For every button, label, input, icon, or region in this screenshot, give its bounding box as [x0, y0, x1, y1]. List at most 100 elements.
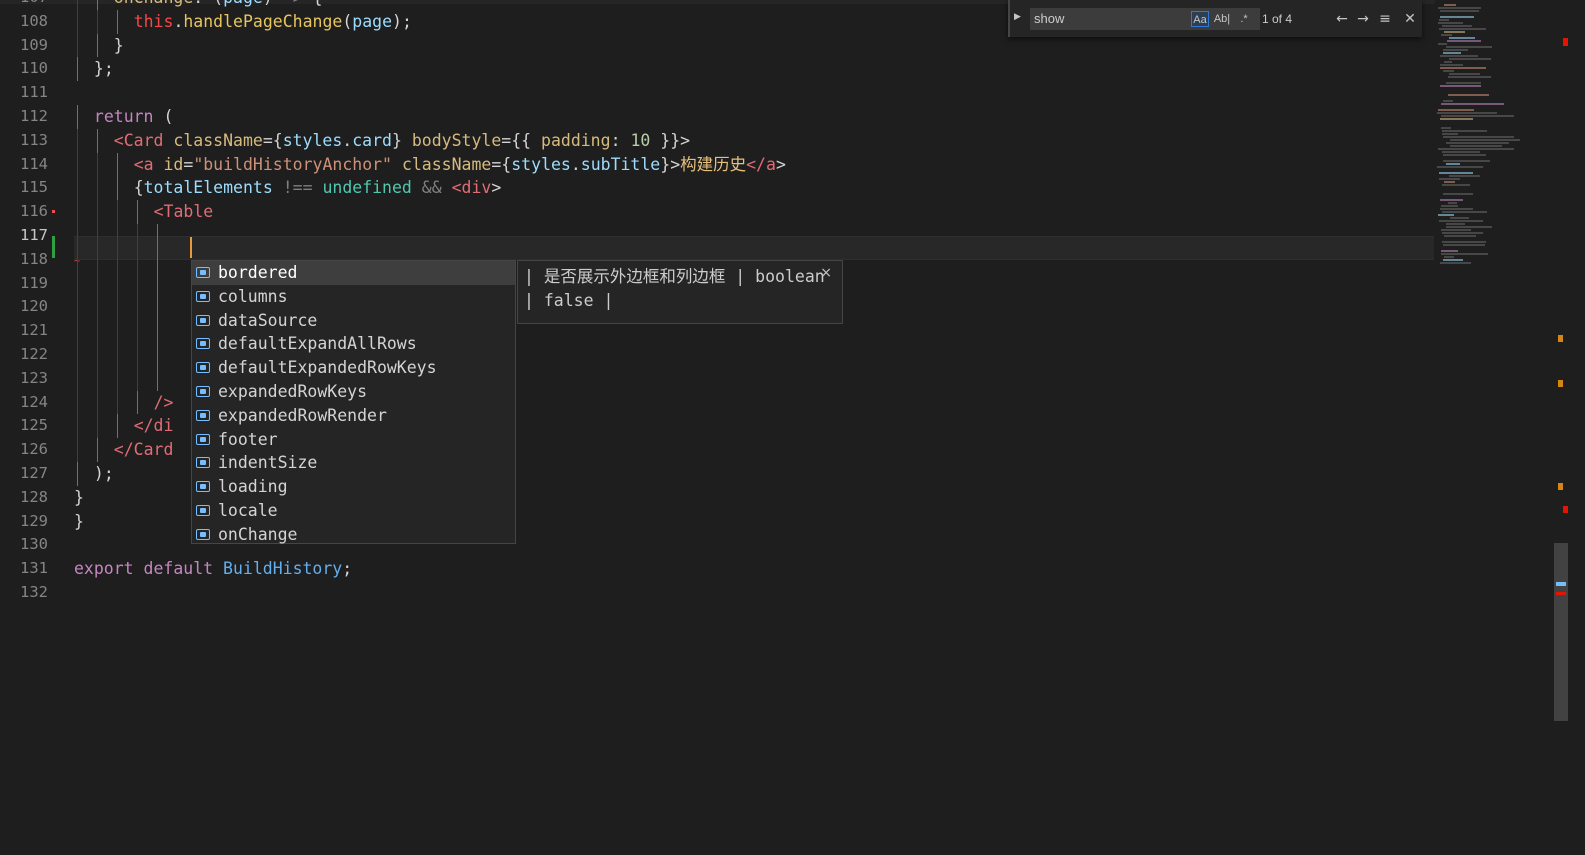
- minimap-line: [1450, 217, 1469, 219]
- indent-guide: [76, 438, 78, 462]
- code-line[interactable]: export default BuildHistory;: [74, 557, 1435, 581]
- arrow-down-icon[interactable]: →: [1353, 9, 1373, 29]
- minimap-line: [1443, 244, 1485, 246]
- minimap-line: [1443, 49, 1468, 51]
- code-line[interactable]: <a id="buildHistoryAnchor" className={st…: [74, 152, 1435, 177]
- suggest-item-label: defaultExpandAllRows: [218, 334, 417, 354]
- code-line[interactable]: [74, 81, 1435, 105]
- minimap-line: [1440, 10, 1479, 12]
- indent-guide: [116, 223, 118, 248]
- code-line[interactable]: [74, 223, 1435, 248]
- indent-guide: [96, 342, 98, 367]
- minimap-line: [1438, 7, 1481, 9]
- indent-guide: [76, 176, 78, 201]
- suggest-item-label: expandedRowRender: [218, 405, 387, 425]
- code-text: export default BuildHistory;: [74, 559, 353, 579]
- line-number: 130: [20, 535, 48, 554]
- minimap-line: [1444, 235, 1476, 237]
- suggest-item[interactable]: footer: [192, 428, 515, 452]
- code-line[interactable]: };: [74, 57, 1435, 82]
- close-icon[interactable]: ✕: [1400, 9, 1420, 29]
- minimap[interactable]: [1435, 0, 1553, 270]
- line-number: 121: [20, 321, 48, 340]
- minimap-line: [1443, 154, 1486, 156]
- scrollbar-thumb[interactable]: [1554, 543, 1568, 721]
- code-text: <a id="buildHistoryAnchor" className={st…: [133, 154, 786, 174]
- suggest-item[interactable]: onChange: [192, 523, 515, 547]
- minimap-line: [1450, 145, 1502, 147]
- minimap-line: [1443, 70, 1454, 72]
- minimap-line: [1442, 211, 1487, 213]
- minimap-line: [1448, 94, 1489, 96]
- line-number: 125: [20, 416, 48, 435]
- suggest-item[interactable]: loading: [192, 475, 515, 499]
- indent-guide: [136, 319, 138, 343]
- indent-guide: [76, 319, 78, 343]
- find-in-selection-icon[interactable]: ≡: [1375, 9, 1395, 29]
- property-icon: [196, 433, 210, 445]
- minimap-line: [1444, 31, 1465, 33]
- vertical-scrollbar[interactable]: [1553, 0, 1568, 855]
- indent-guide: [96, 0, 98, 10]
- line-number: 124: [20, 392, 48, 411]
- toggle-replace-icon[interactable]: ▶: [1014, 12, 1021, 22]
- suggest-item[interactable]: columns: [192, 285, 515, 309]
- code-line[interactable]: {totalElements !== undefined && <div>: [74, 176, 1435, 201]
- suggest-item[interactable]: indentSize: [192, 451, 515, 475]
- suggest-item[interactable]: expandedRowKeys: [192, 380, 515, 404]
- text-cursor: [190, 237, 192, 258]
- line-number: 118: [20, 249, 48, 268]
- minimap-line: [1439, 19, 1449, 21]
- indent-guide: [116, 200, 118, 224]
- code-line[interactable]: return (: [74, 104, 1435, 129]
- minimap-line: [1441, 205, 1458, 207]
- code-line[interactable]: <Card className={styles.card} bodyStyle=…: [74, 128, 1435, 153]
- indent-guide: [116, 319, 118, 343]
- code-text: this.handlePageChange(page);: [133, 11, 412, 31]
- minimap-line: [1443, 100, 1453, 102]
- indent-guide: [76, 33, 78, 58]
- minimap-line: [1439, 172, 1473, 174]
- property-icon: [196, 528, 210, 540]
- indent-guide: [96, 200, 98, 224]
- suggest-item[interactable]: bordered: [192, 261, 515, 285]
- suggest-item-label: onChange: [218, 524, 298, 544]
- overview-find-marker: [1558, 335, 1563, 342]
- match-case-toggle[interactable]: Aa: [1191, 11, 1209, 27]
- suggest-item[interactable]: expandedRowRender: [192, 404, 515, 428]
- indent-guide: [116, 271, 118, 296]
- property-icon: [196, 290, 210, 302]
- regex-toggle[interactable]: .*: [1235, 11, 1253, 27]
- indent-guide: [96, 33, 98, 58]
- suggest-item[interactable]: locale: [192, 499, 515, 523]
- suggest-widget: bordered columns dataSource defaultExpandAl…: [191, 260, 516, 544]
- minimap-line: [1442, 232, 1483, 234]
- indent-guide: [136, 247, 138, 272]
- minimap-line: [1440, 85, 1481, 87]
- minimap-line: [1440, 64, 1463, 66]
- suggest-item[interactable]: defaultExpandedRowKeys: [192, 356, 515, 380]
- code-line[interactable]: [74, 581, 1435, 605]
- close-details-icon[interactable]: ×: [820, 261, 832, 285]
- line-number: 123: [20, 368, 48, 387]
- line-number: 120: [20, 297, 48, 316]
- arrow-up-icon[interactable]: ←: [1332, 9, 1352, 29]
- code-line[interactable]: }: [74, 33, 1435, 58]
- minimap-line: [1442, 25, 1472, 27]
- suggest-item[interactable]: dataSource: [192, 309, 515, 333]
- minimap-line: [1440, 199, 1463, 201]
- property-icon: [196, 362, 210, 374]
- code-line[interactable]: <Table: [74, 200, 1435, 224]
- minimap-line: [1449, 175, 1480, 177]
- whole-word-toggle[interactable]: Ab|: [1213, 11, 1231, 27]
- minimap-line: [1441, 229, 1471, 231]
- code-text: {totalElements !== undefined && <div>: [133, 178, 502, 198]
- indent-guide: [96, 9, 98, 34]
- indent-guide: [96, 390, 98, 415]
- minimap-line: [1446, 163, 1460, 165]
- suggest-item[interactable]: defaultExpandAllRows: [192, 332, 515, 356]
- indent-guide: [136, 390, 138, 415]
- minimap-line: [1440, 118, 1473, 120]
- minimap-line: [1442, 130, 1487, 132]
- minimap-line: [1444, 256, 1454, 258]
